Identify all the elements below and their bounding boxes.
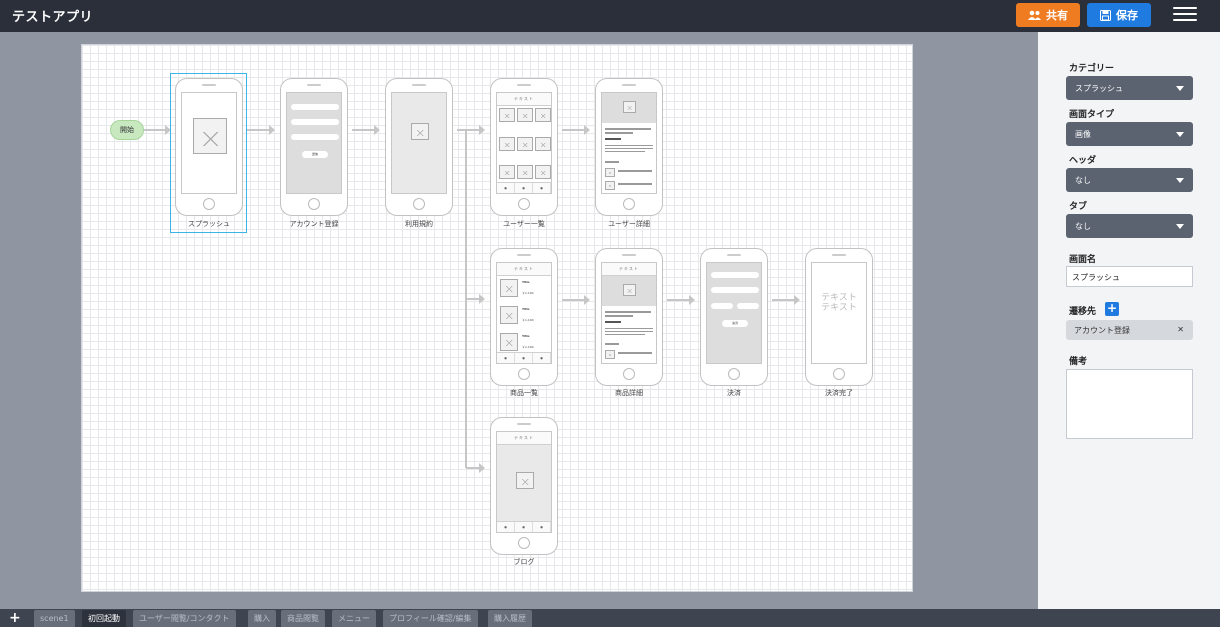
flow-arrow — [247, 125, 275, 135]
chevron-down-icon — [1176, 86, 1184, 91]
scene-tab[interactable]: scene1 — [34, 610, 75, 627]
scene-tab[interactable]: 商品閲覧 — [281, 610, 325, 627]
save-icon — [1100, 9, 1111, 21]
screen-product-detail[interactable]: テキスト — [595, 248, 663, 386]
scene-tab[interactable]: 購入 — [248, 610, 276, 627]
scene-tab[interactable]: 購入履歴 — [488, 610, 532, 627]
screen-user-detail[interactable] — [595, 78, 663, 216]
users-icon — [1028, 10, 1041, 20]
close-icon[interactable]: ✕ — [1177, 325, 1184, 334]
image-placeholder-icon — [411, 123, 429, 140]
screen-label: ユーザー一覧 — [503, 220, 545, 228]
category-select[interactable]: スプラッシュ — [1066, 76, 1193, 100]
transition-chip[interactable]: アカウント登録 ✕ — [1066, 320, 1193, 340]
memo-textarea[interactable] — [1066, 369, 1193, 439]
category-label: カテゴリー — [1069, 64, 1115, 74]
screen-splash[interactable] — [175, 78, 243, 216]
save-button[interactable]: 保存 — [1087, 3, 1151, 27]
screen-label: アカウント登録 — [289, 220, 339, 228]
tab-label: タブ — [1069, 202, 1088, 212]
screen-payment[interactable]: 決済 — [700, 248, 768, 386]
screen-user-list[interactable]: テキスト ● ● ● — [490, 78, 558, 216]
app-title: テストアプリ — [12, 10, 94, 25]
screen-type-select[interactable]: 画像 — [1066, 122, 1193, 146]
share-label: 共有 — [1046, 9, 1068, 22]
flow-arrow — [352, 125, 380, 135]
screen-name-input[interactable]: スプラッシュ — [1066, 266, 1193, 287]
transition-label: 遷移先 — [1069, 307, 1097, 317]
image-placeholder-icon — [516, 472, 534, 489]
chevron-down-icon — [1176, 178, 1184, 183]
scene-tab[interactable]: プロフィール確認/編集 — [383, 610, 478, 627]
properties-panel: カテゴリー スプラッシュ 画面タイプ 画像 ヘッダ なし タブ なし 画面名 ス… — [1038, 32, 1220, 609]
header-label: ヘッダ — [1069, 156, 1097, 166]
chevron-down-icon — [1176, 132, 1184, 137]
screen-label: 決済 — [727, 389, 741, 397]
flow-canvas[interactable]: 開始 スプラッシュ 送信 アカウント登録 利用規約 テキスト ● ● ● ユーザ… — [81, 44, 913, 592]
add-transition-button[interactable]: + — [1105, 302, 1119, 316]
top-bar: テストアプリ 共有 保存 — [0, 0, 1220, 32]
image-placeholder-icon — [193, 118, 227, 154]
flow-arrow — [562, 125, 590, 135]
screen-label: 決済完了 — [825, 389, 853, 397]
screen-label: ブログ — [513, 558, 535, 566]
tab-select[interactable]: なし — [1066, 214, 1193, 238]
scene-tab[interactable]: ユーザー閲覧/コンタクト — [133, 610, 236, 627]
screen-label: 利用規約 — [405, 220, 433, 228]
chevron-down-icon — [1176, 224, 1184, 229]
screen-label: 商品詳細 — [615, 389, 643, 397]
pay-button-mock: 決済 — [722, 320, 748, 327]
flow-arrow — [772, 295, 800, 305]
flow-arrow — [667, 295, 695, 305]
screen-payment-complete[interactable]: テキスト テキスト — [805, 248, 873, 386]
add-scene-button[interactable]: + — [9, 609, 21, 627]
screen-label: ユーザー詳細 — [608, 220, 650, 228]
start-node[interactable]: 開始 — [110, 120, 144, 140]
scene-tab-bar: + scene1 初回起動 ユーザー閲覧/コンタクト 購入 商品閲覧 メニュー … — [0, 609, 1220, 627]
flow-arrow — [144, 125, 171, 135]
share-button[interactable]: 共有 — [1016, 3, 1080, 27]
screen-label: 商品一覧 — [510, 389, 538, 397]
screen-product-list[interactable]: テキスト Title ￥1,100 Title ￥1,100 Title ￥1,… — [490, 248, 558, 386]
hamburger-menu-icon[interactable] — [1173, 7, 1197, 25]
flow-arrow — [466, 294, 485, 304]
screen-terms[interactable] — [385, 78, 453, 216]
flow-arrow — [562, 295, 590, 305]
screen-account-registration[interactable]: 送信 — [280, 78, 348, 216]
flow-arrow — [466, 463, 485, 473]
save-label: 保存 — [1116, 9, 1138, 22]
scene-tab[interactable]: メニュー — [332, 610, 376, 627]
scene-tab-active[interactable]: 初回起動 — [82, 610, 126, 627]
screen-name-label: 画面名 — [1069, 255, 1097, 265]
header-select[interactable]: なし — [1066, 168, 1193, 192]
screen-label: スプラッシュ — [188, 220, 230, 228]
submit-mock: 送信 — [302, 151, 328, 158]
flow-arrow — [457, 125, 485, 135]
memo-label: 備考 — [1069, 357, 1088, 367]
screen-type-label: 画面タイプ — [1069, 110, 1115, 120]
screen-blog[interactable]: テキスト ● ● ● — [490, 417, 558, 555]
